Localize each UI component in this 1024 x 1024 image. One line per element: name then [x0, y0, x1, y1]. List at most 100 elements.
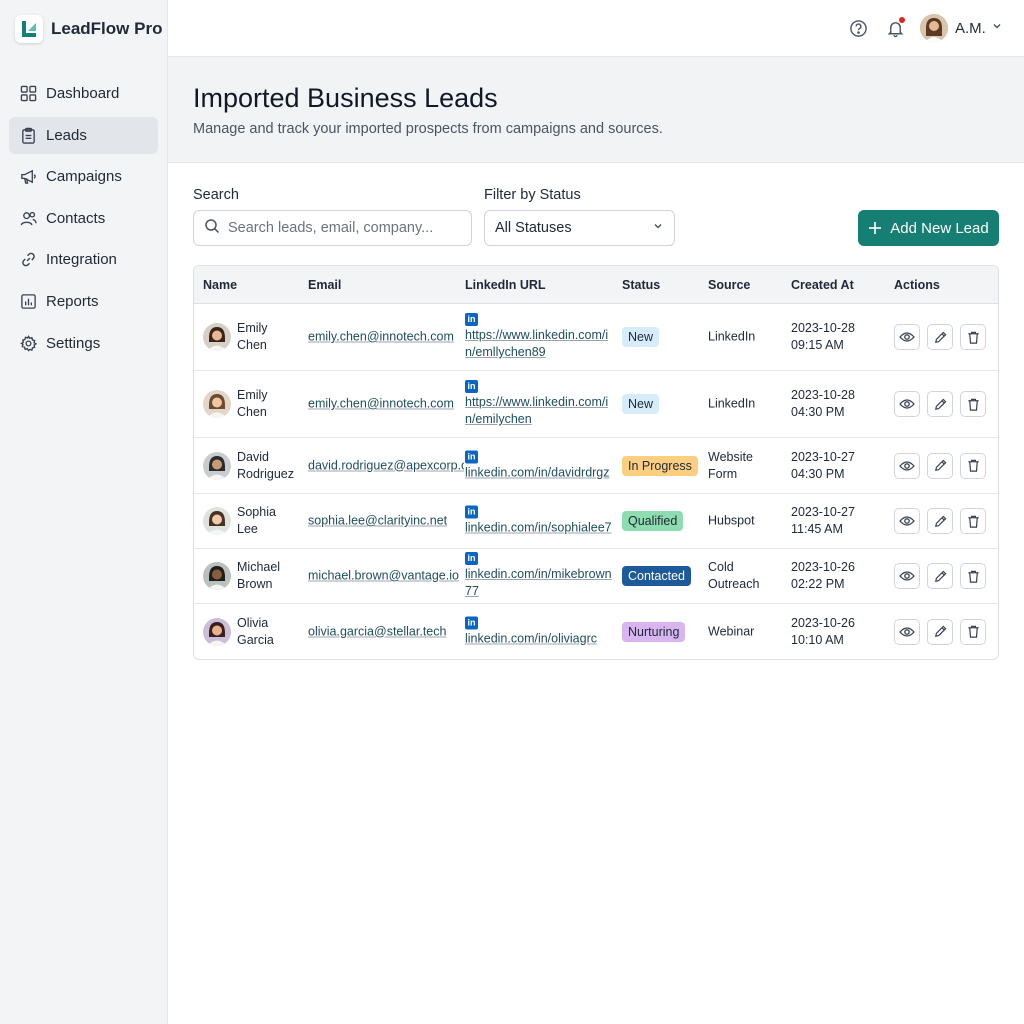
- view-button[interactable]: [894, 452, 920, 479]
- lead-email-link[interactable]: david.rodriguez@apexcorp.c: [308, 457, 464, 474]
- sidebar-item-label: Settings: [46, 334, 101, 352]
- add-new-lead-button[interactable]: Add New Lead: [858, 210, 999, 246]
- status-badge: New: [622, 327, 660, 347]
- view-button[interactable]: [894, 508, 920, 534]
- sidebar-item-leads[interactable]: Leads: [9, 116, 158, 154]
- lead-source-line1: LinkedIn: [708, 329, 756, 344]
- lead-first-name: Olivia: [237, 615, 269, 630]
- view-button[interactable]: [894, 563, 920, 589]
- edit-button[interactable]: [927, 452, 953, 479]
- lead-source-line1: Webinar: [708, 624, 755, 638]
- sidebar-item-label: Campaigns: [46, 168, 122, 186]
- view-button[interactable]: [894, 324, 920, 350]
- delete-button[interactable]: [960, 508, 986, 534]
- lead-linkedin: in linkedin.com/in/mikebrown77: [465, 552, 613, 600]
- edit-button[interactable]: [927, 618, 953, 645]
- sidebar-item-contacts[interactable]: Contacts: [9, 200, 158, 237]
- sidebar-item-settings[interactable]: Settings: [9, 325, 158, 362]
- sidebar-item-label: Leads: [46, 126, 87, 144]
- help-icon[interactable]: [848, 18, 868, 38]
- status-badge: Nurturing: [622, 621, 686, 642]
- sidebar-item-dashboard[interactable]: Dashboard: [9, 75, 158, 112]
- pencil-icon: [934, 515, 946, 527]
- edit-button[interactable]: [927, 508, 953, 534]
- lead-source: Cold Outreach: [708, 559, 759, 593]
- lead-linkedin-link[interactable]: linkedin.com/in/davidrdrgz: [465, 464, 613, 481]
- sidebar-item-reports[interactable]: Reports: [9, 283, 158, 320]
- table-header: Name Email LinkedIn URL Status Source Cr…: [194, 266, 998, 304]
- lead-email-link[interactable]: emily.chen@innotech.com: [308, 396, 464, 413]
- lead-linkedin-link[interactable]: linkedin.com/in/oliviagrc: [465, 630, 613, 647]
- delete-button[interactable]: [960, 391, 986, 417]
- table-row: Emily Chen emily.chen@innotech.com in https:…: [194, 371, 998, 438]
- lead-created-date: 2023-10-27: [791, 449, 855, 464]
- column-header-source[interactable]: Source: [708, 278, 750, 292]
- lead-created-at: 2023-10-26 02:22 PM: [791, 559, 855, 593]
- lead-created-time: 09:15 AM: [791, 338, 844, 352]
- column-header-status[interactable]: Status: [622, 278, 660, 292]
- lead-linkedin-link[interactable]: linkedin.com/in/sophialee7: [465, 520, 613, 537]
- user-menu[interactable]: A.M.: [920, 14, 1003, 42]
- view-button[interactable]: [894, 391, 920, 417]
- notification-dot: [899, 17, 905, 23]
- column-header-linkedin[interactable]: LinkedIn URL: [465, 278, 546, 292]
- lead-source-line1: LinkedIn: [708, 396, 756, 411]
- delete-button[interactable]: [960, 324, 986, 350]
- column-header-name[interactable]: Name: [203, 278, 237, 292]
- sidebar-item-integration[interactable]: Integration: [9, 241, 158, 278]
- lead-created-at: 2023-10-28 09:15 AM: [791, 320, 855, 354]
- status-badge: New: [622, 394, 660, 414]
- lead-source-line1: Hubspot: [708, 513, 755, 528]
- lead-email-link[interactable]: michael.brown@vantage.io: [308, 568, 464, 585]
- status-badge: In Progress: [622, 455, 698, 476]
- lead-source-line2: Outreach: [708, 577, 760, 591]
- sidebar-item-label: Contacts: [46, 209, 106, 227]
- lead-email-link[interactable]: emily.chen@innotech.com: [308, 329, 464, 346]
- search-input[interactable]: [228, 220, 458, 236]
- lead-email-link[interactable]: olivia.garcia@stellar.tech: [308, 623, 464, 640]
- brand[interactable]: LeadFlow Pro: [0, 0, 167, 57]
- chevron-down-icon: [991, 19, 1003, 37]
- lead-created-at: 2023-10-27 04:30 PM: [791, 449, 855, 483]
- edit-button[interactable]: [927, 563, 953, 589]
- lead-name: Emily Chen: [237, 387, 268, 421]
- column-header-actions: Actions: [894, 278, 940, 292]
- lead-source-line2: Form: [708, 466, 738, 481]
- avatar: [920, 14, 948, 42]
- megaphone-icon: [19, 168, 37, 186]
- bell-icon[interactable]: [885, 17, 905, 38]
- lead-created-time: 04:30 PM: [791, 405, 845, 419]
- edit-button[interactable]: [927, 391, 953, 417]
- lead-linkedin-link[interactable]: https://www.linkedin.com/in/emllychen89: [465, 327, 613, 361]
- app-name: LeadFlow Pro: [51, 18, 163, 38]
- lead-linkedin-link[interactable]: https://www.linkedin.com/in/emilychen: [465, 394, 613, 428]
- view-button[interactable]: [894, 618, 920, 645]
- lead-first-name: Emily: [237, 321, 268, 335]
- lead-linkedin-link[interactable]: linkedin.com/in/mikebrown77: [465, 566, 613, 600]
- delete-button[interactable]: [960, 563, 986, 589]
- sidebar-item-campaigns[interactable]: Campaigns: [9, 158, 158, 195]
- delete-button[interactable]: [960, 452, 986, 479]
- lead-name: Emily Chen: [237, 320, 268, 354]
- lead-email-link[interactable]: sophia.lee@clarityinc.net: [308, 513, 464, 530]
- pencil-icon: [934, 459, 946, 471]
- grid-icon: [19, 85, 37, 103]
- eye-icon: [899, 332, 915, 342]
- lead-last-name: Lee: [237, 522, 258, 536]
- table-row: Emily Chen emily.chen@innotech.com in https:…: [194, 304, 998, 371]
- lead-last-name: Brown: [237, 577, 273, 591]
- delete-button[interactable]: [960, 618, 986, 645]
- edit-button[interactable]: [927, 324, 953, 350]
- sidebar-item-label: Reports: [46, 292, 99, 310]
- clipboard-icon: [19, 126, 37, 144]
- trash-icon: [967, 459, 979, 472]
- lead-last-name: Chen: [237, 405, 267, 419]
- status-filter-select[interactable]: All Statuses: [484, 210, 675, 246]
- lead-created-at: 2023-10-26 10:10 AM: [791, 615, 855, 649]
- search-field[interactable]: [193, 210, 472, 246]
- column-header-created-at[interactable]: Created At: [791, 278, 854, 292]
- lead-linkedin: in https://www.linkedin.com/in/emilychen: [465, 380, 613, 428]
- lead-created-time: 02:22 PM: [791, 577, 845, 591]
- lead-linkedin: in https://www.linkedin.com/in/emllychen8…: [465, 313, 613, 361]
- column-header-email[interactable]: Email: [308, 278, 341, 292]
